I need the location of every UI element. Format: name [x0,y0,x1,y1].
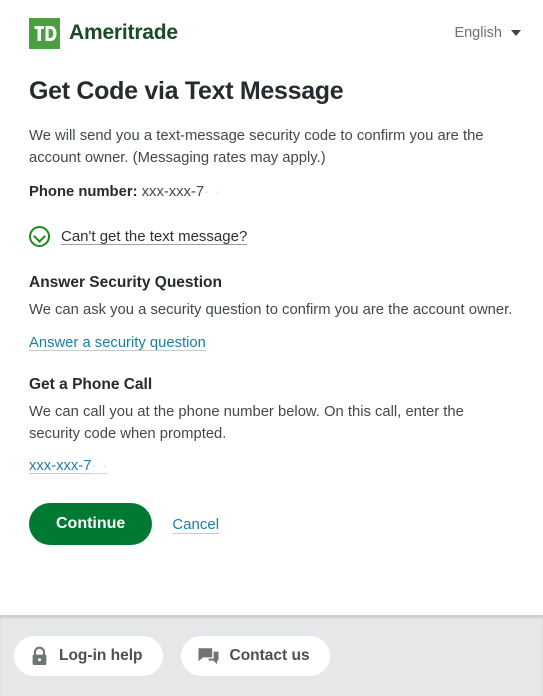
form-actions: Continue Cancel [29,503,514,546]
lock-icon [31,646,48,666]
phone-number-redacted: · · [204,183,222,200]
cancel-link[interactable]: Cancel [172,516,219,533]
td-logo-icon [29,17,60,49]
phone-number-label: Phone number: [29,183,138,200]
chat-icon [198,647,219,666]
cant-get-text-message-label: Can't get the text message? [61,227,248,245]
section-answer-security-question: Answer Security Question We can ask you … [29,274,514,352]
section-title: Get a Phone Call [29,375,153,393]
intro-text: We will send you a text-message security… [29,128,484,166]
phone-number-row: Phone number: xxx-xxx-7· · [29,184,514,200]
cant-get-text-message-toggle[interactable]: Can't get the text message? [29,225,248,247]
brand-logo[interactable]: Ameritrade [29,17,178,49]
continue-button[interactable]: Continue [29,503,153,546]
login-help-button[interactable]: Log-in help [14,636,163,676]
phone-call-number-redacted: · · [91,458,109,475]
answer-security-question-link[interactable]: Answer a security question [29,335,206,351]
circle-chevron-down-icon [29,225,50,247]
language-label: English [454,25,502,41]
page-title: Get Code via Text Message [29,77,344,105]
site-header: Ameritrade English [0,0,543,66]
section-title: Answer Security Question [29,273,222,291]
phone-number-value: xxx-xxx-7 [141,183,205,200]
contact-us-button[interactable]: Contact us [180,636,330,676]
site-footer: Log-in help Contact us [0,615,543,696]
contact-us-label: Contact us [229,647,310,664]
section-get-a-phone-call: Get a Phone Call We can call you at the … [29,376,514,476]
phone-call-number-value: xxx-xxx-7 [29,458,92,475]
main-content: Get Code via Text Message We will send y… [0,66,543,615]
login-help-label: Log-in help [59,647,143,664]
section-body: We can call you at the phone number belo… [29,403,464,442]
brand-name: Ameritrade [69,21,178,44]
section-body: We can ask you a security question to co… [29,301,513,318]
chevron-down-icon [511,30,521,36]
phone-call-number-link[interactable]: xxx-xxx-7· · [29,458,108,474]
page-root: Ameritrade English Get Code via Text Mes… [0,0,543,696]
language-selector[interactable]: English [454,25,521,41]
